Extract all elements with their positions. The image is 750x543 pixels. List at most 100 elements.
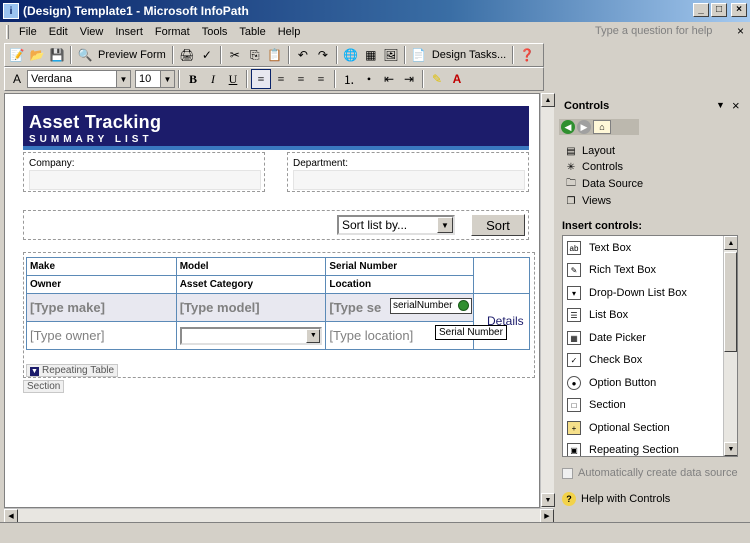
owner-field[interactable]: [Type owner] — [26, 321, 177, 350]
task-pane-close-icon[interactable]: × — [732, 98, 740, 113]
task-pane-menu-icon[interactable]: ▼ — [716, 100, 725, 110]
bullets-icon[interactable]: • — [359, 69, 379, 89]
form-design-canvas[interactable]: Asset Tracking SUMMARY LIST Company: Dep… — [4, 93, 540, 508]
design-tasks-icon[interactable]: 📄 — [409, 45, 429, 65]
make-field[interactable]: [Type make] — [26, 293, 177, 322]
menu-edit[interactable]: Edit — [43, 26, 74, 38]
infopath-app-icon[interactable]: i — [3, 3, 19, 19]
help-search-input[interactable]: Type a question for help — [592, 24, 724, 40]
menu-grip[interactable] — [6, 25, 9, 39]
menu-view[interactable]: View — [74, 26, 110, 38]
font-size-select[interactable]: 10 ▼ — [135, 70, 175, 88]
insert-picture-icon[interactable]: 🖼 — [381, 45, 401, 65]
control-text-box[interactable]: ab Text Box — [567, 241, 631, 255]
copy-icon[interactable]: ⎘ — [245, 45, 265, 65]
control-date-picker[interactable]: ▦ Date Picker — [567, 331, 646, 345]
model-field[interactable]: [Type model] — [175, 293, 327, 322]
align-center-button[interactable]: ≡ — [271, 69, 291, 89]
align-right-button[interactable]: ≡ — [291, 69, 311, 89]
scroll-left-icon[interactable]: ◀ — [4, 509, 18, 523]
paste-icon[interactable]: 📋 — [265, 45, 285, 65]
horizontal-scrollbar[interactable]: ◀ ▶ — [4, 508, 554, 523]
header-blank[interactable] — [473, 257, 530, 294]
chevron-down-icon[interactable]: ▼ — [116, 71, 130, 87]
cut-icon[interactable]: ✂ — [225, 45, 245, 65]
sort-button[interactable]: Sort — [471, 214, 525, 236]
redo-icon[interactable]: ↷ — [313, 45, 333, 65]
header-model[interactable]: Model — [175, 257, 327, 276]
scroll-right-icon[interactable]: ▶ — [540, 509, 554, 523]
menu-tools[interactable]: Tools — [196, 26, 234, 38]
header-make[interactable]: Make — [26, 257, 177, 276]
control-drop-down-list-box[interactable]: ▾ Drop-Down List Box — [567, 286, 687, 300]
control-optional-section[interactable]: + Optional Section — [567, 421, 670, 435]
chevron-down-icon[interactable]: ▼ — [160, 71, 174, 87]
insert-table-icon[interactable]: ▦ — [361, 45, 381, 65]
styles-icon[interactable]: A — [7, 69, 27, 89]
increase-indent-icon[interactable]: ⇥ — [399, 69, 419, 89]
link-layout[interactable]: ▤ Layout — [564, 144, 615, 158]
minimize-button[interactable]: _ — [693, 3, 709, 17]
preview-form-button[interactable]: Preview Form — [95, 49, 169, 61]
design-a-form-icon[interactable]: 📝 — [7, 45, 27, 65]
print-icon[interactable]: 🖨 — [177, 45, 197, 65]
scroll-down-icon[interactable]: ▼ — [541, 493, 555, 507]
numbering-icon[interactable]: ⒈ — [339, 69, 359, 89]
vertical-scrollbar[interactable]: ▲ ▼ — [540, 93, 555, 508]
chevron-down-icon[interactable]: ▼ — [30, 367, 39, 376]
open-icon[interactable]: 📂 — [27, 45, 47, 65]
scroll-down-icon[interactable]: ▼ — [724, 442, 737, 456]
menu-file[interactable]: File — [13, 26, 43, 38]
maximize-button[interactable]: □ — [711, 3, 727, 17]
header-asset-category[interactable]: Asset Category — [175, 275, 327, 294]
department-field[interactable] — [293, 170, 525, 190]
home-icon[interactable]: ⌂ — [593, 120, 611, 134]
section-tag[interactable]: Section — [23, 380, 65, 393]
control-repeating-section[interactable]: ▣ Repeating Section — [567, 443, 679, 456]
save-icon[interactable]: 💾 — [47, 45, 67, 65]
link-data-source[interactable]: 🗀 Data Source — [564, 177, 643, 191]
control-option-button[interactable]: ● Option Button — [567, 376, 656, 390]
align-left-button[interactable]: ≡ — [251, 69, 271, 89]
highlight-icon[interactable]: ✎ — [427, 69, 447, 89]
control-section[interactable]: □ Section — [567, 398, 626, 412]
preview-icon[interactable]: 🔍 — [75, 45, 95, 65]
hyperlink-icon[interactable]: 🌐 — [341, 45, 361, 65]
scroll-up-icon[interactable]: ▲ — [541, 93, 555, 107]
underline-button[interactable]: U — [223, 69, 243, 89]
design-tasks-button[interactable]: Design Tasks... — [429, 49, 509, 61]
help-icon[interactable]: ❓ — [517, 45, 537, 65]
controls-list-scrollbar[interactable]: ▲ ▼ — [723, 236, 737, 456]
menu-insert[interactable]: Insert — [109, 26, 149, 38]
menu-table[interactable]: Table — [233, 26, 271, 38]
bold-button[interactable]: B — [183, 69, 203, 89]
control-check-box[interactable]: ✓ Check Box — [567, 353, 642, 367]
decrease-indent-icon[interactable]: ⇤ — [379, 69, 399, 89]
details-link[interactable]: Details — [487, 314, 524, 328]
italic-button[interactable]: I — [203, 69, 223, 89]
scroll-thumb[interactable] — [724, 252, 737, 352]
asset-category-dropdown[interactable]: ▼ — [179, 326, 323, 345]
menu-format[interactable]: Format — [149, 26, 196, 38]
repeating-table-tag[interactable]: ▼ Repeating Table — [26, 364, 119, 377]
undo-icon[interactable]: ↶ — [293, 45, 313, 65]
serial-number-binding-tag[interactable]: serialNumber — [390, 298, 472, 314]
scroll-up-icon[interactable]: ▲ — [724, 236, 737, 250]
control-list-box[interactable]: ☰ List Box — [567, 308, 628, 322]
company-field[interactable] — [29, 170, 261, 190]
form-title[interactable]: Asset Tracking — [29, 112, 523, 133]
close-button[interactable]: × — [731, 3, 747, 17]
form-subtitle[interactable]: SUMMARY LIST — [29, 134, 523, 145]
control-rich-text-box[interactable]: ✎ Rich Text Box — [567, 263, 656, 277]
spelling-icon[interactable]: ✓ — [197, 45, 217, 65]
auto-create-checkbox[interactable] — [562, 467, 573, 479]
help-with-controls-link[interactable]: ? Help with Controls — [562, 492, 670, 506]
chevron-down-icon[interactable]: ▼ — [306, 328, 321, 343]
link-controls[interactable]: ✳ Controls — [564, 160, 623, 174]
chevron-down-icon[interactable]: ▼ — [437, 217, 453, 233]
back-arrow-icon[interactable]: ◀ — [561, 120, 575, 134]
close-document-icon[interactable]: × — [737, 24, 744, 38]
link-views[interactable]: ❐ Views — [564, 194, 612, 208]
font-color-icon[interactable]: A — [447, 69, 467, 89]
font-name-select[interactable]: Verdana ▼ — [27, 70, 131, 88]
